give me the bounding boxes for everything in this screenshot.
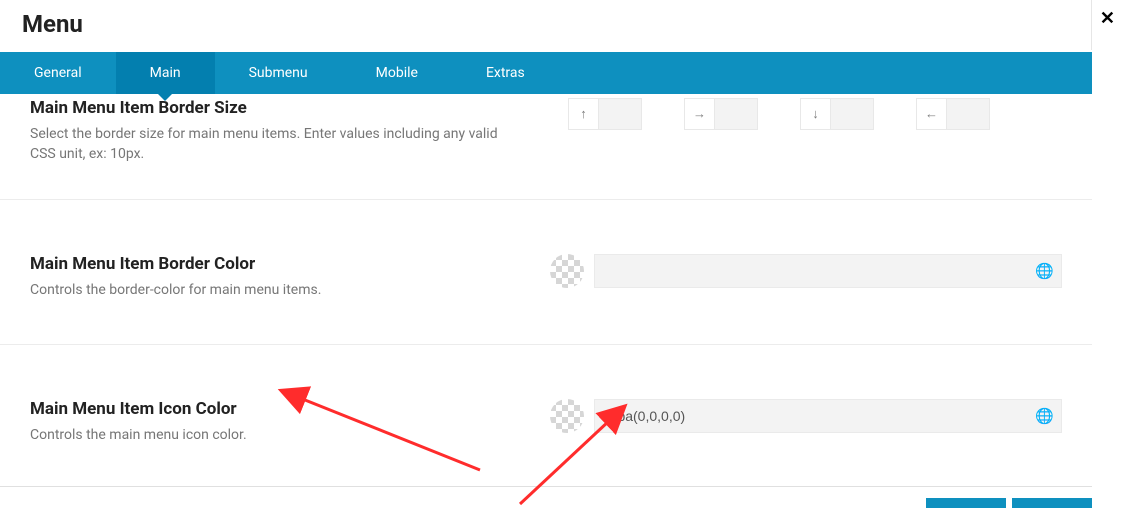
border-bottom-field: ↓ <box>800 98 874 130</box>
border-right-input[interactable] <box>715 99 757 129</box>
setting-title: Main Menu Item Icon Color <box>30 399 526 419</box>
color-input-wrap: 🌐 <box>594 254 1062 288</box>
globe-icon[interactable]: 🌐 <box>1035 262 1054 280</box>
footer-buttons <box>926 498 1092 508</box>
tab-general[interactable]: General <box>0 52 116 94</box>
row-border-color: Main Menu Item Border Color Controls the… <box>0 200 1092 345</box>
arrow-down-icon: ↓ <box>801 99 831 129</box>
row-icon-color: Main Menu Item Icon Color Controls the m… <box>0 345 1092 489</box>
border-left-input[interactable] <box>947 99 989 129</box>
tab-bar: General Main Submenu Mobile Extras <box>0 52 1092 94</box>
setting-title: Main Menu Item Border Size <box>30 98 526 118</box>
arrow-up-icon: ↑ <box>569 99 599 129</box>
tab-mobile[interactable]: Mobile <box>342 52 452 94</box>
row-border-size: Main Menu Item Border Size Select the bo… <box>0 94 1092 200</box>
border-top-input[interactable] <box>599 99 641 129</box>
arrow-right-icon: → <box>685 99 715 129</box>
border-top-field: ↑ <box>568 98 642 130</box>
color-swatch[interactable] <box>550 399 584 433</box>
settings-panel: Main Menu Item Border Size Select the bo… <box>0 94 1092 489</box>
dialog-header: Menu <box>0 0 1125 52</box>
border-right-field: → <box>684 98 758 130</box>
dialog-title: Menu <box>22 10 83 38</box>
tab-submenu[interactable]: Submenu <box>215 52 342 94</box>
tab-main[interactable]: Main <box>116 52 215 94</box>
footer-divider <box>0 486 1092 487</box>
setting-desc: Select the border size for main menu ite… <box>30 124 526 165</box>
setting-desc: Controls the main menu icon color. <box>30 425 526 445</box>
icon-color-input[interactable] <box>594 399 1062 433</box>
footer-button-primary[interactable] <box>926 498 1006 508</box>
border-color-input[interactable] <box>594 254 1062 288</box>
setting-title: Main Menu Item Border Color <box>30 254 526 274</box>
footer-button-secondary[interactable] <box>1012 498 1092 508</box>
arrow-left-icon: ← <box>917 99 947 129</box>
color-swatch[interactable] <box>550 254 584 288</box>
color-input-wrap: 🌐 <box>594 399 1062 433</box>
tab-extras[interactable]: Extras <box>452 52 559 94</box>
setting-desc: Controls the border-color for main menu … <box>30 280 526 300</box>
header-divider <box>1091 0 1092 50</box>
globe-icon[interactable]: 🌐 <box>1035 407 1054 425</box>
border-bottom-input[interactable] <box>831 99 873 129</box>
border-size-inputs: ↑ → ↓ ← <box>568 98 990 130</box>
close-icon[interactable]: ✕ <box>1096 6 1119 32</box>
border-left-field: ← <box>916 98 990 130</box>
